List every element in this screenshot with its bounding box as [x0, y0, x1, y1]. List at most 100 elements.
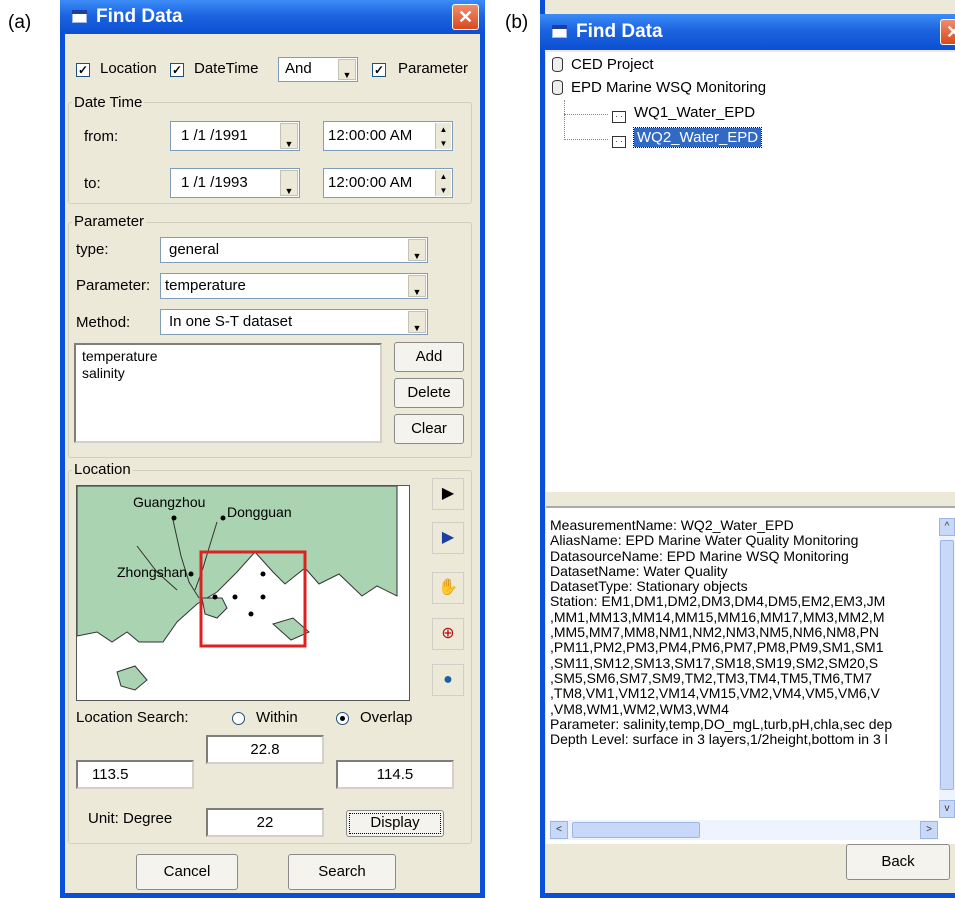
- display-button[interactable]: Display: [346, 810, 444, 837]
- overlap-radio[interactable]: [336, 712, 349, 725]
- tree-node[interactable]: · · WQ1_Water_EPD: [612, 104, 755, 123]
- close-button[interactable]: ✕: [940, 19, 955, 45]
- to-date-picker[interactable]: 1 /1 /1993 ▼: [170, 168, 300, 198]
- unit-value-input[interactable]: 22: [206, 808, 324, 837]
- list-item[interactable]: temperature: [82, 348, 374, 365]
- window-frame: [540, 893, 955, 898]
- tree-node[interactable]: CED Project: [552, 56, 654, 73]
- delete-button[interactable]: Delete: [394, 378, 464, 408]
- dataset-icon: · ·: [612, 111, 626, 123]
- info-line: ,PM11,PM2,PM3,PM4,PM6,PM7,PM8,PM9,SM1,SM…: [550, 639, 884, 656]
- cancel-button[interactable]: Cancel: [136, 854, 238, 890]
- select-region-icon[interactable]: ▶: [432, 522, 464, 554]
- info-line: ,MM1,MM13,MM14,MM15,MM16,MM17,MM3,MM2,M: [550, 608, 885, 625]
- pan-hand-icon[interactable]: ✋: [432, 572, 464, 604]
- dataset-tree[interactable]: CED Project EPD Marine WSQ Monitoring · …: [546, 52, 955, 492]
- info-line: ,TM8,VM1,VM12,VM14,VM15,VM2,VM4,VM5,VM6,…: [550, 685, 880, 702]
- station-marker: [260, 571, 266, 577]
- window-icon: [72, 10, 88, 24]
- location-map[interactable]: Guangzhou Dongguan Zhongshan: [76, 485, 410, 701]
- from-date-picker[interactable]: 1 /1 /1991 ▼: [170, 121, 300, 151]
- horizontal-scrollbar[interactable]: < >: [550, 820, 938, 840]
- title-bar[interactable]: Find Data: [540, 14, 955, 50]
- type-select-value: general: [169, 241, 220, 258]
- method-select-value: In one S-T dataset: [169, 313, 293, 330]
- parameter-list[interactable]: temperature salinity: [74, 343, 382, 443]
- right-longitude-input[interactable]: 114.5: [336, 760, 454, 789]
- zoom-icon[interactable]: ⊕: [432, 618, 464, 650]
- info-line: ,SM11,SM12,SM13,SM17,SM18,SM19,SM2,SM20,…: [550, 654, 879, 671]
- info-line: Parameter: salinity,temp,DO_mgL,turb,pH,…: [550, 715, 893, 732]
- datetime-checkbox[interactable]: ✓: [170, 63, 184, 77]
- from-label: from:: [84, 128, 119, 145]
- tree-node-label: CED Project: [571, 56, 654, 73]
- parameter-select-label: Parameter:: [76, 277, 151, 294]
- location-checkbox-label: Location: [100, 60, 157, 77]
- scroll-thumb[interactable]: [572, 822, 700, 838]
- database-icon: [552, 57, 563, 72]
- add-button[interactable]: Add: [394, 342, 464, 372]
- tree-node[interactable]: EPD Marine WSQ Monitoring: [552, 79, 766, 96]
- scroll-left-icon[interactable]: <: [550, 821, 568, 839]
- clear-button[interactable]: Clear: [394, 414, 464, 444]
- back-button[interactable]: Back: [846, 844, 950, 880]
- chevron-down-icon: ▼: [338, 59, 356, 80]
- within-radio[interactable]: [232, 712, 245, 725]
- top-latitude-input[interactable]: 22.8: [206, 735, 324, 764]
- parameter-select[interactable]: temperature ▼: [160, 273, 428, 299]
- dataset-info-panel[interactable]: MeasurementName: WQ2_Water_EPD AliasName…: [546, 506, 955, 844]
- info-line: Station: EM1,DM1,DM2,DM3,DM4,DM5,EM2,EM3…: [550, 593, 886, 610]
- info-line: ,MM5,MM7,MM8,NM1,NM2,NM3,NM5,NM6,NM8,PN: [550, 624, 880, 641]
- method-label: Method:: [76, 314, 131, 331]
- overlap-radio-label: Overlap: [360, 709, 413, 726]
- tree-connector: [564, 100, 565, 140]
- to-label: to:: [84, 175, 101, 192]
- location-checkbox[interactable]: ✓: [76, 63, 90, 77]
- chevron-down-icon: ▼: [408, 311, 426, 333]
- logic-select-value: And: [285, 60, 312, 77]
- select-arrow-icon[interactable]: ▶: [432, 478, 464, 510]
- within-radio-label: Within: [256, 709, 298, 726]
- date-time-legend: Date Time: [72, 94, 145, 111]
- to-date-value: 1 /1 /1993: [181, 174, 248, 191]
- info-line: DatasourceName: EPD Marine WSQ Monitorin…: [550, 547, 849, 564]
- to-time-picker[interactable]: 12:00:00 AM ▲ ▼: [323, 168, 453, 198]
- station-marker: [232, 594, 238, 600]
- globe-icon[interactable]: ●: [432, 664, 464, 696]
- info-line: ,SM5,SM6,SM7,SM9,TM2,TM3,TM4,TM5,TM6,TM7: [550, 669, 873, 686]
- from-time-value: 12:00:00 AM: [328, 127, 413, 144]
- vertical-scrollbar[interactable]: ^ v: [939, 518, 955, 818]
- map-label-zhongshan: Zhongshan: [117, 564, 188, 580]
- list-item[interactable]: salinity: [82, 365, 374, 382]
- info-line: MeasurementName: WQ2_Water_EPD: [550, 518, 794, 533]
- method-select[interactable]: In one S-T dataset ▼: [160, 309, 428, 335]
- scroll-down-icon[interactable]: v: [939, 800, 955, 818]
- database-icon: [552, 80, 563, 95]
- title-bar[interactable]: Find Data: [60, 0, 485, 34]
- search-button[interactable]: Search: [288, 854, 396, 890]
- tree-node-label: EPD Marine WSQ Monitoring: [571, 79, 767, 96]
- window-frame: [540, 0, 545, 898]
- tree-node-label: WQ2_Water_EPD: [632, 127, 763, 148]
- info-line: AliasName: EPD Marine Water Quality Moni…: [550, 532, 859, 549]
- window-icon: [552, 25, 568, 39]
- panel-label-a: (a): [8, 12, 32, 33]
- from-time-picker[interactable]: 12:00:00 AM ▲ ▼: [323, 121, 453, 151]
- left-longitude-input[interactable]: 113.5: [76, 760, 194, 789]
- city-marker: [220, 515, 226, 521]
- city-marker: [188, 571, 194, 577]
- scroll-thumb[interactable]: [940, 540, 954, 790]
- city-marker: [171, 515, 177, 521]
- info-text: MeasurementName: WQ2_Water_EPD AliasName…: [550, 518, 938, 747]
- to-time-value: 12:00:00 AM: [328, 174, 413, 191]
- scroll-right-icon[interactable]: >: [920, 821, 938, 839]
- location-legend: Location: [72, 461, 133, 478]
- logic-select[interactable]: And ▼: [278, 57, 358, 82]
- info-line: ,VM8,WM1,WM2,WM3,WM4: [550, 700, 729, 717]
- parameter-checkbox[interactable]: ✓: [372, 63, 386, 77]
- scroll-up-icon[interactable]: ^: [939, 518, 955, 536]
- close-button[interactable]: ✕: [452, 4, 479, 30]
- tree-node-selected[interactable]: · · WQ2_Water_EPD: [612, 127, 763, 148]
- type-select[interactable]: general ▼: [160, 237, 428, 263]
- tree-node-label: WQ1_Water_EPD: [634, 104, 756, 121]
